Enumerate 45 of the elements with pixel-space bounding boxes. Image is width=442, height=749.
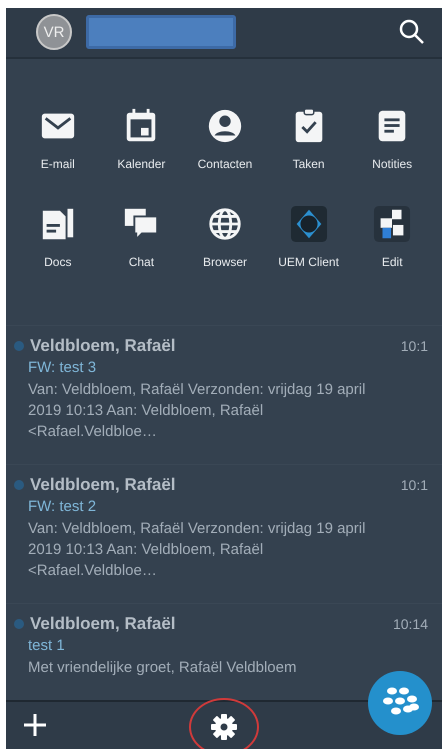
app-tile[interactable]: Contacten: [183, 106, 267, 171]
message-time: 10:1: [400, 476, 428, 493]
message-time: 10:1: [400, 338, 428, 354]
blocks-app-icon: [373, 204, 412, 243]
search-button[interactable]: [398, 18, 426, 46]
app-tile[interactable]: Taken: [266, 106, 350, 171]
app-label: Contacten: [198, 156, 252, 171]
unread-dot: [14, 618, 24, 629]
app-label: Docs: [44, 254, 72, 269]
app-label: E-mail: [40, 156, 75, 171]
add-button[interactable]: [22, 712, 48, 738]
settings-button[interactable]: [189, 698, 259, 749]
unread-dot: [14, 480, 24, 490]
message-sender: Veldbloem, Rafaël: [30, 474, 176, 495]
app-tile[interactable]: Chat: [100, 204, 184, 269]
message-preview: Met vriendelijke groet, Rafaël Veldbloem: [28, 658, 298, 678]
app-tile[interactable]: E-mail: [16, 106, 100, 171]
app-label: Chat: [128, 254, 154, 269]
app-tile[interactable]: Edit: [350, 204, 434, 269]
message-subject: FW: test 2: [28, 498, 98, 515]
app-label: Taken: [292, 156, 325, 171]
app-tile[interactable]: Browser: [183, 204, 267, 269]
plus-icon: [22, 712, 48, 738]
app-label: UEM Client: [278, 254, 339, 269]
app-label: Browser: [202, 254, 247, 269]
diamond-app-icon: [290, 204, 328, 243]
unread-dot: [14, 340, 24, 351]
message-preview: Van: Veldbloem, Rafaël Verzonden: vrijdag 19 april 2019 10:13 Aan: Veldbloem, Rafaël <Rafael.Veldbloe…: [28, 380, 366, 442]
message-item[interactable]: Veldbloem, Rafaël 10:1 FW: test 2 Van: Veldbloem, Rafaël Verzonden: vrijdag 19 april 2019 10:13 Aan: Veldbloem, Rafaël <Rafael.Veldbloe…: [6, 464, 442, 603]
message-preview: Van: Veldbloem, Rafaël Verzonden: vrijdag 19 april 2019 10:13 Aan: Veldbloem, Rafaël <Rafael.Veldbloe…: [28, 518, 366, 581]
app-tile[interactable]: Docs: [16, 204, 100, 269]
message-time: 10:14: [392, 616, 428, 632]
message-sender: Veldbloem, Rafaël: [30, 336, 176, 356]
app-label: Edit: [382, 254, 403, 269]
message-subject: test 1: [28, 636, 66, 654]
message-item[interactable]: Veldbloem, Rafaël 10:1 FW: test 3 Van: Veldbloem, Rafaël Verzonden: vrijdag 19 april 2019 10:13 Aan: Veldbloem, Rafaël <Rafael.Veldbloe…: [6, 324, 442, 464]
app-label: Kalender: [117, 156, 166, 171]
settings-icon: [210, 712, 238, 741]
message-sender: Veldbloem, Rafaël: [30, 614, 176, 634]
search-icon: [398, 18, 426, 46]
message-subject: FW: test 3: [28, 358, 98, 376]
app-tile[interactable]: UEM Client: [266, 204, 350, 269]
app-tile[interactable]: Kalender: [100, 106, 184, 171]
app-label: Notities: [372, 156, 412, 171]
app-tile[interactable]: Notities: [350, 106, 434, 171]
